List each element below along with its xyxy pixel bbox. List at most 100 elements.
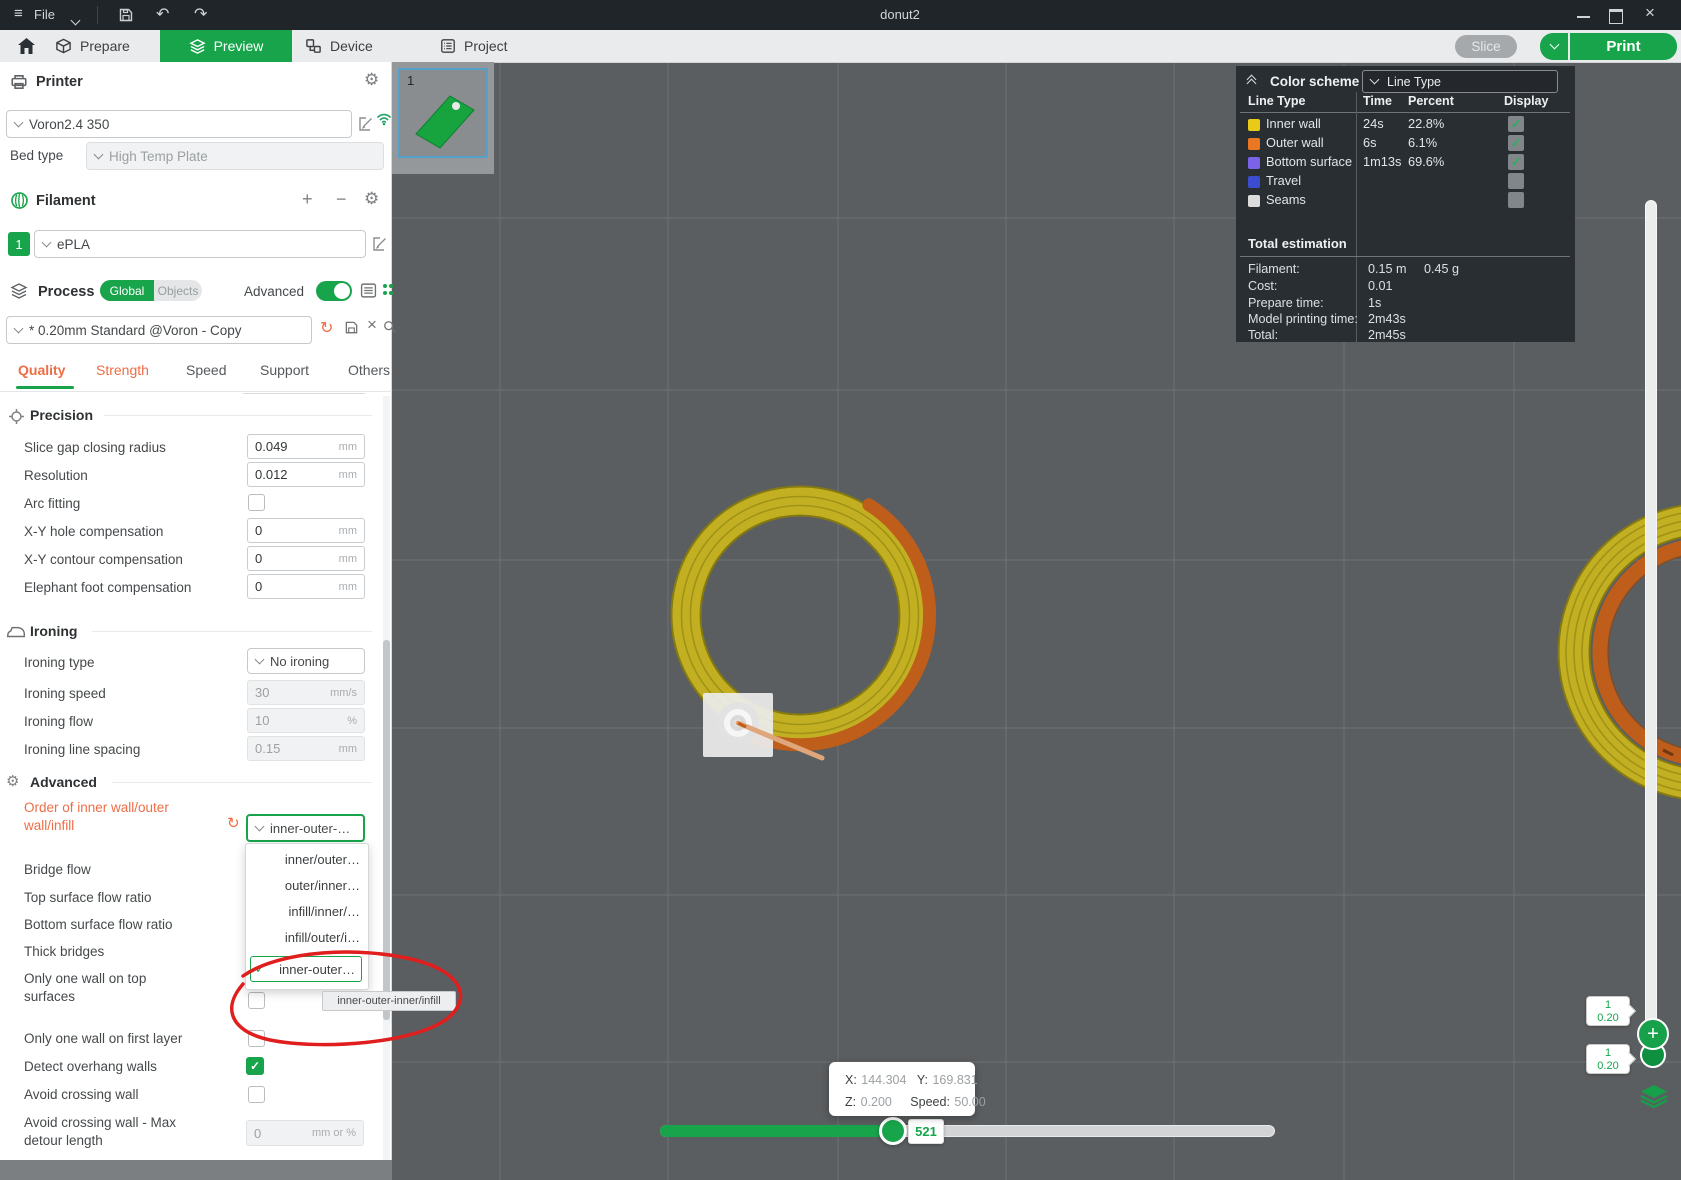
one-wall-first-checkbox[interactable] [248,1030,265,1047]
one-wall-top-label-line2: surfaces [24,989,75,1004]
home-icon [17,37,36,55]
process-list-icon[interactable] [360,282,377,299]
print-dropdown-button[interactable] [1540,33,1568,60]
file-menu[interactable]: File [34,7,55,22]
arc-fitting-checkbox[interactable] [248,494,265,511]
panel-scrollbar-thumb[interactable] [383,640,390,1020]
ironing-flow-input[interactable]: 10 % [247,708,365,733]
option-inner-outer-inner-selected[interactable]: ✓ inner-outer… [250,956,362,982]
process-objects-icon[interactable] [382,283,394,297]
legend-label: Seams [1266,192,1306,207]
slice-gap-input[interactable]: 0.049 mm [247,434,365,459]
tab-others[interactable]: Others [348,362,390,378]
tab-project[interactable]: Project [440,30,535,62]
display-checkbox-checked[interactable]: ✓ [1508,135,1524,151]
add-filament-icon[interactable]: + [302,189,313,210]
preset-reset-icon[interactable]: ↻ [320,318,333,338]
process-preset-dropdown[interactable]: * 0.20mm Standard @Voron - Copy [6,316,312,344]
plus-icon: + [1647,1024,1659,1044]
display-checkbox-unchecked[interactable] [1508,173,1524,189]
order-wall-dropdown[interactable]: inner-outer-… [246,814,365,842]
unit: mm [339,525,357,537]
check-icon: ✓ [1511,155,1521,169]
save-icon[interactable] [118,7,134,23]
redo-icon[interactable]: ↷ [194,4,207,24]
file-menu-chevron-icon[interactable] [71,16,81,26]
maximize-icon[interactable] [1609,9,1623,24]
close-icon[interactable]: × [1645,3,1655,23]
advanced-mode-toggle[interactable] [316,281,352,301]
one-wall-top-checkbox[interactable] [248,992,265,1009]
order-wall-option-list: inner/outer… outer/inner… infill/inner/…… [245,843,369,990]
order-reset-icon[interactable]: ↻ [227,814,240,832]
scope-objects-button[interactable]: Objects [154,280,202,301]
bed-type-dropdown[interactable]: High Temp Plate [86,142,384,170]
layers-view-icon[interactable] [1640,1084,1668,1108]
filament-settings-gear-icon[interactable]: ⚙ [364,189,379,209]
printer-edit-icon[interactable] [358,116,374,132]
option-infill-outer-inner[interactable]: infill/outer/i… [246,925,366,945]
print-button[interactable]: Print [1570,33,1677,60]
wifi-icon[interactable] [376,112,392,126]
x-value: 144.304 [861,1073,906,1087]
preset-search-icon[interactable] [383,320,397,334]
xy-contour-input[interactable]: 0 mm [247,546,365,571]
display-checkbox-checked[interactable]: ✓ [1508,116,1524,132]
slice-button[interactable]: Slice [1455,35,1517,58]
xy-contour-label: X-Y contour compensation [24,552,183,567]
printer-preset-dropdown[interactable]: Voron2.4 350 [6,110,352,138]
tab-quality-underline [16,386,74,389]
value: 0 [254,1126,261,1141]
display-checkbox-checked[interactable]: ✓ [1508,154,1524,170]
avoid-crossing-checkbox[interactable] [248,1086,265,1103]
tab-quality[interactable]: Quality [18,362,65,378]
menu-burger-icon[interactable]: ≡ [14,5,23,22]
xy-hole-input[interactable]: 0 mm [247,518,365,543]
tab-prepare[interactable]: Prepare [55,30,155,62]
print-button-label: Print [1606,38,1640,55]
option-infill-inner-outer[interactable]: infill/inner/… [246,899,366,919]
prepare-cube-icon [55,38,72,55]
resolution-input[interactable]: 0.012 mm [247,462,365,487]
total-time-value: 2m45s [1368,328,1406,342]
collapse-panel-button[interactable] [1248,74,1255,85]
layer-slider-upper-handle[interactable]: + [1637,1018,1669,1050]
filament-edit-icon[interactable] [372,236,388,252]
scope-global-button[interactable]: Global [100,280,154,301]
ironing-type-dropdown[interactable]: No ironing [247,648,365,674]
home-button[interactable] [6,30,46,62]
ironing-speed-input[interactable]: 30 mm/s [247,680,365,705]
plate-thumbnail[interactable]: 1 [398,68,488,158]
elephant-foot-input[interactable]: 0 mm [247,574,365,599]
value: 0 [255,551,262,566]
filament-preset-dropdown[interactable]: ePLA [34,230,366,258]
move-slider-fill [660,1125,893,1137]
check-icon: ✓ [1511,117,1521,131]
display-checkbox-unchecked[interactable] [1508,192,1524,208]
bottom-flow-label: Bottom surface flow ratio [24,917,173,932]
detect-overhang-checkbox[interactable]: ✓ [246,1057,264,1075]
move-slider-handle[interactable] [879,1117,907,1145]
chevron-down-icon [14,117,24,127]
tab-speed[interactable]: Speed [186,362,226,378]
tab-strength[interactable]: Strength [96,362,149,378]
tab-preview[interactable]: Preview [160,30,292,62]
tab-support[interactable]: Support [260,362,309,378]
preset-delete-icon[interactable]: × [367,315,377,335]
ironing-spacing-input[interactable]: 0.15 mm [247,736,365,761]
remove-filament-icon[interactable]: − [336,189,347,210]
tab-project-label: Project [464,38,508,54]
speed-label: Speed: [910,1095,950,1109]
option-inner-outer-infill[interactable]: inner/outer… [246,847,366,867]
preset-save-icon[interactable] [344,320,359,335]
printer-settings-gear-icon[interactable]: ⚙ [364,70,379,90]
option-outer-inner-infill[interactable]: outer/inner… [246,873,366,893]
max-detour-input[interactable]: 0 mm or % [246,1120,364,1146]
view-mode-dropdown[interactable]: Line Type [1362,70,1558,93]
undo-icon[interactable]: ↶ [156,4,169,24]
tab-device[interactable]: Device [305,30,407,62]
layer-slider-track[interactable] [1645,200,1657,1045]
filament-slot-badge[interactable]: 1 [8,232,30,256]
value: 0.15 [255,741,280,756]
minimize-icon[interactable] [1577,16,1590,18]
